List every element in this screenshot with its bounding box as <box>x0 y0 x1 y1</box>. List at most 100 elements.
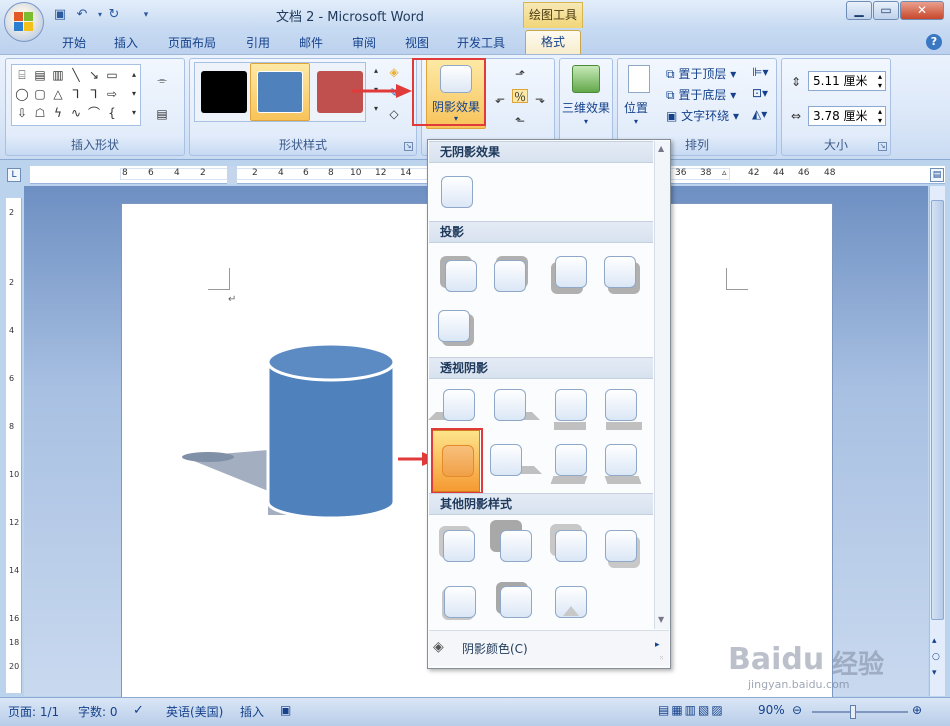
perspective-option-3[interactable] <box>555 389 587 421</box>
textbox-draw-icon[interactable]: ▤ <box>154 107 170 121</box>
shape-triangle-icon[interactable]: △ <box>50 87 66 101</box>
drop-shadow-option-2[interactable] <box>494 260 526 292</box>
shape-brace-icon[interactable]: { <box>104 106 120 120</box>
view-ruler-icon[interactable]: ▤ <box>930 168 944 182</box>
ruler-toggle-icon[interactable]: L <box>7 168 21 182</box>
shape-right-arrow-icon[interactable]: ⇨ <box>104 87 120 101</box>
shape-textbox-icon[interactable]: ▤ <box>32 68 48 82</box>
3d-effects-label[interactable]: 三维效果 <box>560 99 612 116</box>
scroll-thumb[interactable] <box>931 200 944 620</box>
tab-format[interactable]: 格式 <box>525 30 581 55</box>
group-icon[interactable]: ⊡▾ <box>752 86 768 100</box>
align-icon[interactable]: ⊫▾ <box>752 65 768 79</box>
indent-marker-icon[interactable] <box>227 166 237 184</box>
gallery-down-icon[interactable]: ▾ <box>126 87 142 101</box>
dropdown-scroll-up-icon[interactable]: ▲ <box>658 144 664 153</box>
3d-dropdown-icon[interactable]: ▾ <box>560 117 612 126</box>
macro-record-icon[interactable]: ▣ <box>280 703 291 717</box>
save-icon[interactable]: ▣ <box>52 7 68 23</box>
bring-front-button[interactable]: ⧉ 置于顶层 ▾ <box>666 65 736 82</box>
vertical-ruler[interactable]: 2 2 4 6 8 10 12 14 16 18 20 <box>6 198 22 693</box>
undo-icon[interactable]: ↶ <box>74 7 90 23</box>
status-language[interactable]: 英语(美国) <box>166 703 223 720</box>
prev-page-icon[interactable]: ▴ <box>932 636 937 646</box>
position-dropdown-icon[interactable]: ▾ <box>634 117 638 126</box>
shape-connector-icon[interactable]: ⅂ <box>86 87 102 101</box>
status-page[interactable]: 页面: 1/1 <box>8 703 59 720</box>
dropdown-scroll-down-icon[interactable]: ▼ <box>658 615 664 624</box>
nudge-left-icon[interactable]: ⬐ <box>492 92 508 106</box>
other-shadow-option-3[interactable] <box>555 530 587 562</box>
wrap-text-button[interactable]: ▣ 文字环绕 ▾ <box>666 107 739 124</box>
help-icon[interactable]: ? <box>926 34 942 50</box>
dialog-launcher-icon[interactable]: ↘ <box>404 142 413 151</box>
vertical-scrollbar[interactable]: ▴ ○ ▾ <box>929 186 945 696</box>
shape-freeform-icon[interactable]: ☖ <box>32 106 48 120</box>
shape-down-arrow-icon[interactable]: ⇩ <box>14 106 30 120</box>
nudge-up-icon[interactable]: ⬏ <box>512 67 528 81</box>
shape-cylinder-icon[interactable]: ⌸ <box>14 68 30 82</box>
gallery-up-icon[interactable]: ▴ <box>126 68 142 82</box>
shape-rounded-rect-icon[interactable]: ▢ <box>32 87 48 101</box>
other-shadow-option-5[interactable] <box>444 586 476 618</box>
zoom-slider[interactable] <box>812 705 908 719</box>
status-words[interactable]: 字数: 0 <box>78 703 118 720</box>
tab-references[interactable]: 引用 <box>240 34 276 54</box>
style-swatch-black[interactable] <box>201 71 247 113</box>
perspective-option-1[interactable] <box>443 389 475 421</box>
rotate-icon[interactable]: ◭▾ <box>752 107 767 121</box>
shape-elbow-icon[interactable]: ⅂ <box>68 87 84 101</box>
fill-color-icon[interactable]: ◈ <box>386 65 402 79</box>
status-zoom[interactable]: 90% <box>758 703 785 717</box>
zoom-slider-thumb[interactable] <box>850 705 856 719</box>
perspective-option-8[interactable] <box>605 444 637 476</box>
next-page-icon[interactable]: ▾ <box>932 668 937 678</box>
shadow-toggle-icon[interactable]: ％ <box>512 89 528 104</box>
styles-more-icon[interactable]: ▾ <box>368 102 384 116</box>
proofing-icon[interactable]: ✓ <box>133 703 144 718</box>
resize-grip-icon[interactable]: ⁙ <box>659 655 664 662</box>
gallery-more-icon[interactable]: ▾ <box>126 106 142 120</box>
send-back-button[interactable]: ⧉ 置于底层 ▾ <box>666 86 736 103</box>
customize-qat-icon[interactable]: ▾ <box>138 7 154 23</box>
drop-shadow-option-1[interactable] <box>445 260 477 292</box>
other-shadow-option-4[interactable] <box>605 530 637 562</box>
dropdown-scrollbar[interactable]: ▲ ▼ <box>654 141 670 629</box>
other-shadow-option-1[interactable] <box>443 530 475 562</box>
position-label[interactable]: 位置 <box>624 99 648 116</box>
status-mode[interactable]: 插入 <box>240 703 264 720</box>
other-shadow-option-2[interactable] <box>500 530 532 562</box>
shape-curve-icon[interactable]: ∿ <box>68 106 84 120</box>
shape-oval-icon[interactable]: ◯ <box>14 87 30 101</box>
width-input[interactable]: 3.78 厘米 ▴ ▾ <box>808 106 886 126</box>
tab-view[interactable]: 视图 <box>399 34 435 54</box>
cylinder-shape[interactable] <box>178 340 418 520</box>
redo-icon[interactable]: ↻ <box>106 7 122 23</box>
minimize-button[interactable]: ▁ <box>846 1 872 20</box>
drop-shadow-option-5[interactable] <box>438 310 470 342</box>
shape-arrow-line-icon[interactable]: ↘ <box>86 68 102 82</box>
tab-developer[interactable]: 开发工具 <box>452 34 510 54</box>
zoom-out-icon[interactable]: ⊖ <box>792 703 802 717</box>
shape-rectangle-icon[interactable]: ▭ <box>104 68 120 82</box>
perspective-option-2[interactable] <box>494 389 526 421</box>
edit-shape-icon[interactable]: ⌯ <box>154 73 170 87</box>
style-swatch-blue[interactable] <box>257 71 303 113</box>
perspective-option-6[interactable] <box>490 444 522 476</box>
shape-lightning-icon[interactable]: ϟ <box>50 106 66 120</box>
position-icon[interactable] <box>628 65 650 93</box>
perspective-option-4[interactable] <box>605 389 637 421</box>
3d-effects-icon[interactable] <box>572 65 600 93</box>
tab-mailings[interactable]: 邮件 <box>293 34 329 54</box>
size-launcher-icon[interactable]: ↘ <box>878 142 887 151</box>
styles-up-icon[interactable]: ▴ <box>368 64 384 78</box>
drop-shadow-option-4[interactable] <box>604 256 636 288</box>
close-button[interactable]: ✕ <box>900 1 944 20</box>
change-shape-icon[interactable]: ◇ <box>386 107 402 121</box>
select-browse-icon[interactable]: ○ <box>932 652 940 662</box>
tab-insert[interactable]: 插入 <box>108 34 144 54</box>
drop-shadow-option-3[interactable] <box>555 256 587 288</box>
other-shadow-option-6[interactable] <box>500 586 532 618</box>
tab-page-layout[interactable]: 页面布局 <box>163 34 221 54</box>
view-buttons[interactable]: ▤▦▥▧▨ <box>658 703 725 717</box>
